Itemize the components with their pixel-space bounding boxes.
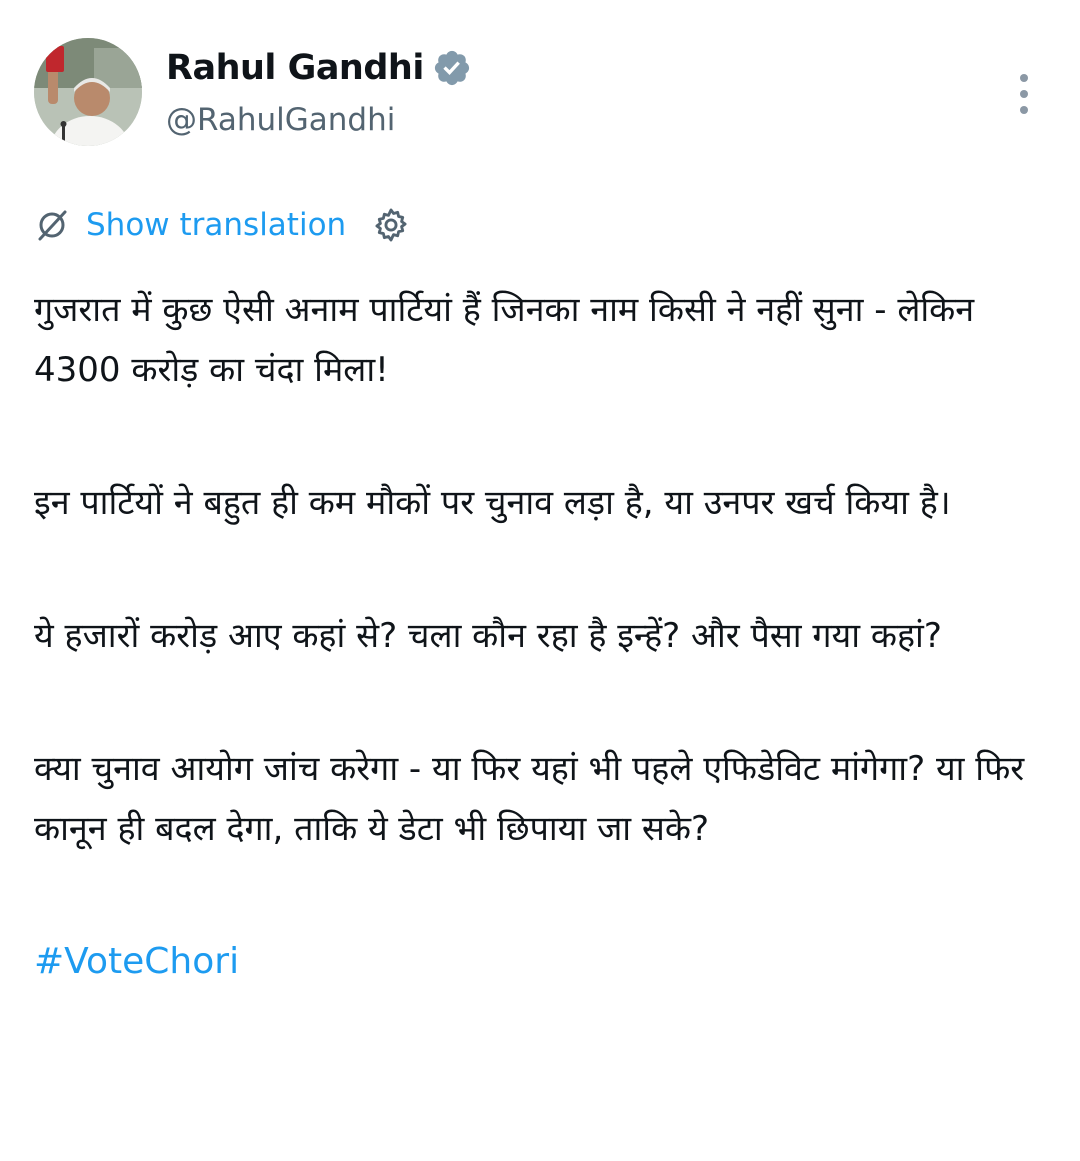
vertical-ellipsis-icon[interactable]	[1010, 72, 1038, 116]
tweet-paragraph-4: क्या चुनाव आयोग जांच करेगा - या फिर यहां…	[34, 749, 1025, 849]
show-translation-link[interactable]: Show translation	[86, 207, 346, 243]
tweet-paragraph-3: ये हजारों करोड़ आए कहां से? चला कौन रहा …	[34, 616, 942, 656]
name-row: Rahul Gandhi	[166, 44, 472, 92]
verified-badge-icon	[434, 50, 469, 86]
profile-photo	[34, 38, 142, 146]
translate-icon	[38, 210, 67, 241]
translation-row: Show translation	[34, 202, 410, 248]
hashtag-link[interactable]: #VoteChori	[34, 932, 239, 992]
tweet-text: गुजरात में कुछ ऐसी अनाम पार्टियां हैं जि…	[34, 280, 1059, 992]
tweet-paragraph-1: गुजरात में कुछ ऐसी अनाम पार्टियां हैं जि…	[34, 290, 975, 390]
gear-icon[interactable]	[372, 206, 410, 244]
display-name[interactable]: Rahul Gandhi	[166, 48, 424, 88]
tweet-header: Rahul Gandhi @RahulGandhi	[34, 38, 1046, 148]
avatar[interactable]	[34, 38, 142, 146]
user-handle[interactable]: @RahulGandhi	[166, 102, 395, 138]
tweet-paragraph-2: इन पार्टियों ने बहुत ही कम मौकों पर चुना…	[34, 483, 951, 523]
